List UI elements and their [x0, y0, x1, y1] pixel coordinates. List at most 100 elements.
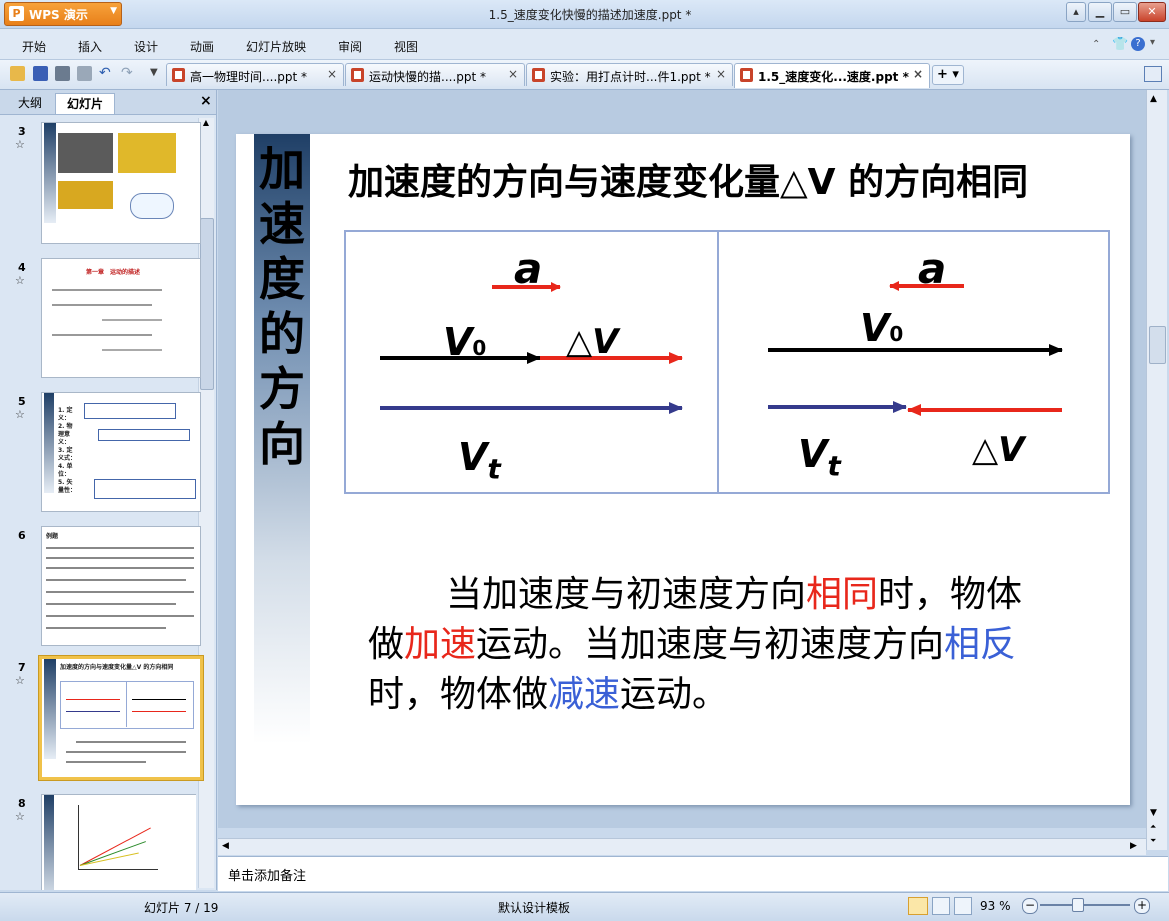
scroll-left-icon[interactable]: ◀	[222, 841, 229, 851]
slide-thumbnail-6[interactable]: 6 例题	[10, 526, 201, 651]
menu-home[interactable]: 开始	[22, 38, 46, 55]
close-tab-icon[interactable]: ×	[327, 67, 337, 81]
doc-tab-4-active[interactable]: 1.5_速度变化...速度.ppt * ×	[734, 63, 930, 88]
slide-number: 6	[18, 529, 26, 542]
scroll-thumb[interactable]	[200, 218, 214, 390]
design-template[interactable]: 默认设计模板	[498, 899, 570, 916]
app-name: WPS 演示	[29, 8, 88, 22]
slideshow-icon[interactable]	[954, 897, 972, 915]
scroll-up-icon[interactable]: ▲	[200, 118, 212, 130]
body-text: 运动。当加速度与初速度方向	[476, 624, 945, 665]
title-char: 向	[259, 417, 305, 471]
v0-subscript: 0	[889, 322, 904, 346]
menu-review[interactable]: 审阅	[338, 38, 362, 55]
undo-icon[interactable]: ↶	[99, 65, 111, 81]
panel-tabs: 大纲 幻灯片 ×	[0, 90, 216, 115]
minimize-button[interactable]: ▁	[1088, 2, 1112, 22]
zoom-out-button[interactable]: −	[1022, 898, 1038, 914]
close-tab-icon[interactable]: ×	[913, 67, 923, 81]
close-panel-icon[interactable]: ×	[200, 93, 212, 109]
vt-subscript: t	[827, 449, 841, 483]
slide-heading[interactable]: 加速度的方向与速度变化量△V 的方向相同	[348, 160, 1093, 206]
menu-insert[interactable]: 插入	[78, 38, 102, 55]
slide-sorter-icon[interactable]	[932, 897, 950, 915]
doc-tab-label: 高一物理时间....ppt *	[190, 70, 308, 84]
next-slide-icon[interactable]: ⏷	[1150, 836, 1156, 846]
slide-horizontal-scrollbar[interactable]: ◀ ▶	[218, 838, 1146, 855]
customize-toolbar-icon[interactable]: ▼	[150, 67, 158, 78]
menu-design[interactable]: 设计	[134, 38, 158, 55]
window-title: 1.5_速度变化快慢的描述加速度.ppt *	[488, 8, 692, 22]
close-button[interactable]: ✕	[1138, 2, 1166, 22]
vt-letter: V	[798, 432, 828, 476]
slide-thumbnail-3[interactable]: 3 ☆	[10, 122, 201, 247]
slide-thumbnail-7[interactable]: 7 ☆ 加速度的方向与速度变化量△V 的方向相同	[10, 656, 203, 783]
doc-tab-3[interactable]: 实验：用打点计时...件1.ppt * ×	[526, 63, 733, 86]
new-tab-button[interactable]: + ▾	[932, 65, 964, 85]
highlight-accelerate: 加速	[404, 624, 477, 665]
right-v0-label: V0	[860, 306, 903, 350]
menu-animation[interactable]: 动画	[190, 38, 214, 55]
body-text: 时，物体做	[368, 674, 549, 715]
close-tab-icon[interactable]: ×	[508, 67, 518, 81]
thumbnail-text: 例题	[46, 533, 59, 540]
save-icon[interactable]	[33, 66, 48, 81]
menu-slideshow[interactable]: 幻灯片放映	[246, 38, 306, 55]
maximize-button[interactable]: ▭	[1113, 2, 1137, 22]
slide-thumbnail-8[interactable]: 8 ☆	[10, 794, 196, 890]
title-char: 加	[259, 142, 305, 196]
zoom-slider-thumb[interactable]	[1072, 898, 1084, 912]
v0-letter: V	[443, 320, 473, 364]
chevron-down-icon[interactable]: ▾	[1150, 37, 1155, 48]
animation-star-icon: ☆	[15, 674, 25, 687]
shirt-icon[interactable]: 👕	[1112, 37, 1128, 52]
wps-logo-icon: P	[9, 6, 24, 21]
window-layout-icon[interactable]	[1144, 66, 1162, 82]
doc-tab-1[interactable]: 高一物理时间....ppt * ×	[166, 63, 344, 86]
ppt-file-icon	[532, 68, 545, 82]
left-v0-label: V0	[443, 320, 486, 364]
tab-outline[interactable]: 大纲	[8, 93, 52, 113]
doc-tab-label: 运动快慢的描....ppt *	[369, 70, 487, 84]
zoom-slider[interactable]	[1040, 904, 1130, 906]
right-dv-label: △V	[972, 430, 1025, 470]
zoom-in-button[interactable]: +	[1134, 898, 1150, 914]
doc-tab-2[interactable]: 运动快慢的描....ppt * ×	[345, 63, 525, 86]
open-icon[interactable]	[10, 66, 25, 81]
slide-number: 3	[18, 125, 26, 138]
print-icon[interactable]	[55, 66, 70, 81]
slide-vertical-title[interactable]: 加 速 度 的 方 向	[256, 142, 308, 472]
vt-letter: V	[458, 435, 488, 479]
doc-tab-label: 实验：用打点计时...件1.ppt *	[550, 70, 711, 84]
previous-slide-icon[interactable]: ⏶	[1150, 822, 1156, 832]
thumbnail-title: 加速度的方向与速度变化量△V 的方向相同	[60, 664, 174, 671]
scroll-down-icon[interactable]: ▼	[1150, 808, 1157, 818]
slide-number: 7	[18, 661, 26, 674]
app-menu-button[interactable]: P WPS 演示 ▼	[4, 2, 122, 26]
ppt-file-icon	[740, 68, 753, 82]
normal-view-icon[interactable]	[908, 897, 928, 915]
scroll-thumb[interactable]	[1149, 326, 1166, 364]
slide-thumbnail-4[interactable]: 4 ☆ 第一章 运动的描述	[10, 258, 201, 383]
tab-slides[interactable]: 幻灯片	[55, 93, 115, 114]
redo-icon[interactable]: ↷	[121, 65, 133, 81]
slide-thumbnail-5[interactable]: 5 ☆ 1. 定义： 2. 物理意义： 3. 定义式： 4. 单位： 5. 矢量…	[10, 392, 201, 517]
notes-pane[interactable]: 单击添加备注	[218, 856, 1168, 891]
scroll-right-icon[interactable]: ▶	[1130, 841, 1137, 851]
slide-count: 幻灯片 7 / 19	[144, 901, 219, 915]
chevron-up-icon[interactable]: ⌃	[1092, 39, 1100, 50]
slide-body-text[interactable]: 当加速度与初速度方向相同时，物体做加速运动。当加速度与初速度方向相反时，物体做减…	[368, 570, 1048, 720]
highlight-same: 相同	[806, 574, 879, 615]
close-tab-icon[interactable]: ×	[716, 67, 726, 81]
animation-star-icon: ☆	[15, 408, 25, 421]
slide-vertical-scrollbar[interactable]: ▲ ▼ ⏶ ⏷	[1146, 90, 1167, 850]
left-a-label: a	[514, 244, 543, 293]
print-preview-icon[interactable]	[77, 66, 92, 81]
help-icon[interactable]: ?	[1131, 37, 1145, 51]
left-vt-label: Vt	[458, 435, 501, 486]
scroll-up-icon[interactable]: ▲	[1150, 94, 1157, 104]
doc-tab-label: 1.5_速度变化...速度.ppt *	[758, 70, 909, 84]
menu-view[interactable]: 视图	[394, 38, 418, 55]
body-text: 运动。	[620, 674, 729, 715]
ribbon-toggle-button[interactable]: ▴	[1066, 2, 1086, 22]
